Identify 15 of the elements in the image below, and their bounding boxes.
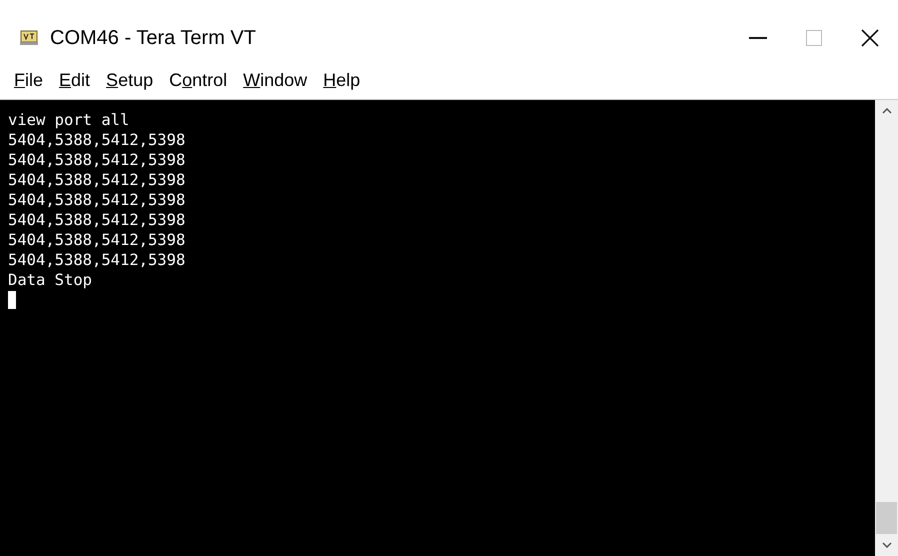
maximize-icon (806, 30, 822, 46)
chevron-down-icon (882, 542, 892, 548)
menu-item[interactable]: Help (317, 67, 366, 94)
window-title: COM46 - Tera Term VT (50, 26, 256, 51)
menu-item[interactable]: Edit (53, 67, 96, 94)
terminal-output[interactable]: view port all 5404,5388,5412,5398 5404,5388,5412,5398 5404,5388,5412,5398 5404,5388,5412,5398 5404,5388,5412,5398 5404,5388,5412,5398 5404,5388,5412,5398 Data Stop (0, 100, 875, 556)
menu-item[interactable]: Control (163, 67, 234, 94)
chevron-up-icon (882, 108, 892, 114)
app-icon (20, 30, 38, 46)
menu-item[interactable]: Setup (100, 67, 160, 94)
scrollbar-thumb[interactable] (876, 502, 897, 534)
menu-item[interactable]: Window (237, 67, 314, 94)
close-icon (861, 29, 879, 47)
menu-item[interactable]: File (8, 67, 50, 94)
minimize-icon (749, 37, 767, 39)
